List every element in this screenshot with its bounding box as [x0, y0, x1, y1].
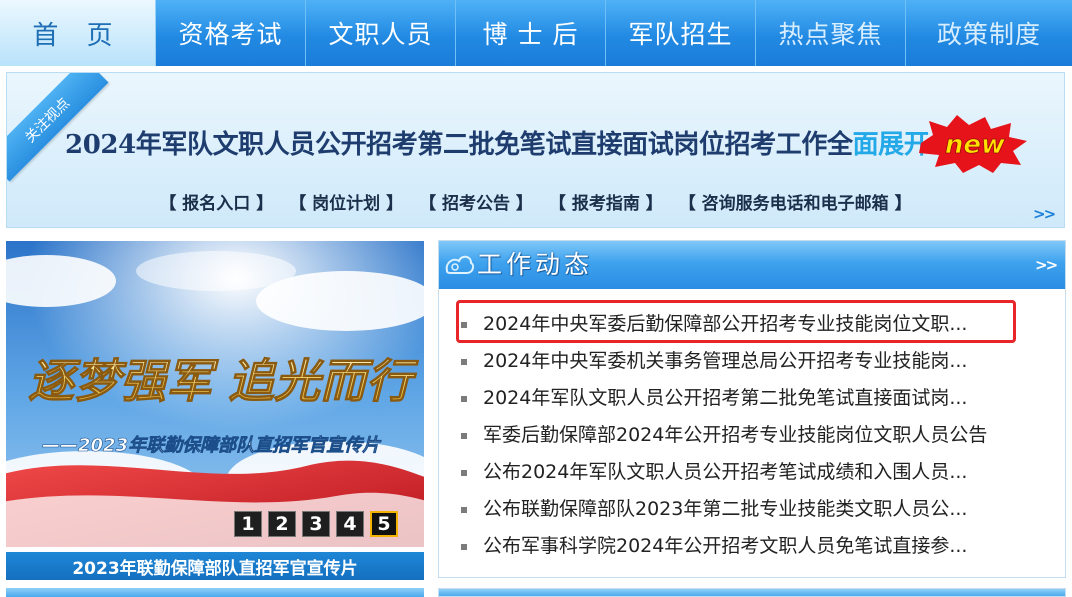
news-item[interactable]: 公布联勤保障部队2023年第二批专业技能类文职人员公... — [459, 491, 987, 528]
news-item[interactable]: 2024年中央军委后勤保障部公开招考专业技能岗位文职... — [459, 306, 987, 343]
link-registration[interactable]: 【 报名入口 】 — [159, 189, 273, 217]
work-dynamics-panel: 工作动态 >> 2024年中央军委后勤保障部公开招考专业技能岗位文职... 20… — [438, 240, 1066, 578]
headline-text: 2024年军队文职人员公开招考第二批免笔试直接面试岗位招考工作全 — [65, 130, 853, 160]
slide-page-1[interactable]: 1 — [234, 511, 262, 537]
news-item[interactable]: 军委后勤保障部2024年公开招考专业技能岗位文职人员公告 — [459, 417, 987, 454]
slide-image: 逐梦强军 追光而行 ——2023年联勤保障部队直招军官宣传片 — [6, 241, 424, 547]
nav-military-enrollment[interactable]: 军队招生 — [606, 0, 756, 66]
next-section-right — [438, 588, 1066, 597]
nav-qualification-exam[interactable]: 资格考试 — [156, 0, 306, 66]
slide-page-3[interactable]: 3 — [302, 511, 330, 537]
focus-banner: 关注视点 2024年军队文职人员公开招考第二批免笔试直接面试岗位招考工作全面展开… — [6, 72, 1065, 228]
work-dynamics-more-link[interactable]: >> — [1035, 256, 1058, 274]
link-contact[interactable]: 【 咨询服务电话和电子邮箱 】 — [679, 189, 912, 217]
slide-page-4[interactable]: 4 — [336, 511, 364, 537]
news-list: 2024年中央军委后勤保障部公开招考专业技能岗位文职... 2024年中央军委机… — [459, 306, 987, 565]
news-item[interactable]: 公布军事科学院2024年公开招考文职人员免笔试直接参... — [459, 528, 987, 565]
news-item[interactable]: 2024年中央军委机关事务管理总局公开招考专业技能岗... — [459, 343, 987, 380]
new-badge-text: new — [945, 130, 1006, 160]
nav-postdoc[interactable]: 博 士 后 — [456, 0, 606, 66]
link-positions[interactable]: 【 岗位计划 】 — [289, 189, 403, 217]
slide-image-title: 逐梦强军 追光而行 — [28, 354, 419, 408]
slide-caption[interactable]: 2023年联勤保障部队直招军官宣传片 — [6, 552, 424, 580]
next-section-left — [6, 588, 424, 597]
slide-image-subtitle: ——2023年联勤保障部队直招军官宣传片 — [42, 435, 382, 456]
news-item[interactable]: 公布2024年军队文职人员公开招考笔试成绩和入围人员... — [459, 454, 987, 491]
nav-hot-topics[interactable]: 热点聚焦 — [756, 0, 906, 66]
nav-home[interactable]: 首 页 — [0, 0, 156, 66]
slide-page-5[interactable]: 5 — [370, 511, 398, 537]
slide-pagination: 1 2 3 4 5 — [234, 511, 398, 537]
link-guide[interactable]: 【 报考指南 】 — [549, 189, 663, 217]
main-nav: 首 页 资格考试 文职人员 博 士 后 军队招生 热点聚焦 政策制度 — [0, 0, 1072, 66]
link-announcement[interactable]: 【 招考公告 】 — [419, 189, 533, 217]
slideshow[interactable]: 逐梦强军 追光而行 ——2023年联勤保障部队直招军官宣传片 1 2 3 4 5 — [6, 241, 424, 547]
work-dynamics-title: 工作动态 — [477, 250, 594, 279]
new-badge-icon: new — [919, 115, 1027, 173]
slide-page-2[interactable]: 2 — [268, 511, 296, 537]
news-item[interactable]: 2024年军队文职人员公开招考第二批免笔试直接面试岗... — [459, 380, 987, 417]
focus-links: 【 报名入口 】 【 岗位计划 】 【 招考公告 】 【 报考指南 】 【 咨询… — [7, 189, 1064, 217]
nav-policy[interactable]: 政策制度 — [906, 0, 1072, 66]
work-dynamics-header: 工作动态 >> — [439, 241, 1065, 289]
focus-headline[interactable]: 2024年军队文职人员公开招考第二批免笔试直接面试岗位招考工作全面展开 — [65, 123, 930, 167]
cloud-scroll-icon — [445, 255, 475, 274]
focus-more-link[interactable]: >> — [1033, 205, 1056, 223]
nav-civilian-staff[interactable]: 文职人员 — [306, 0, 456, 66]
